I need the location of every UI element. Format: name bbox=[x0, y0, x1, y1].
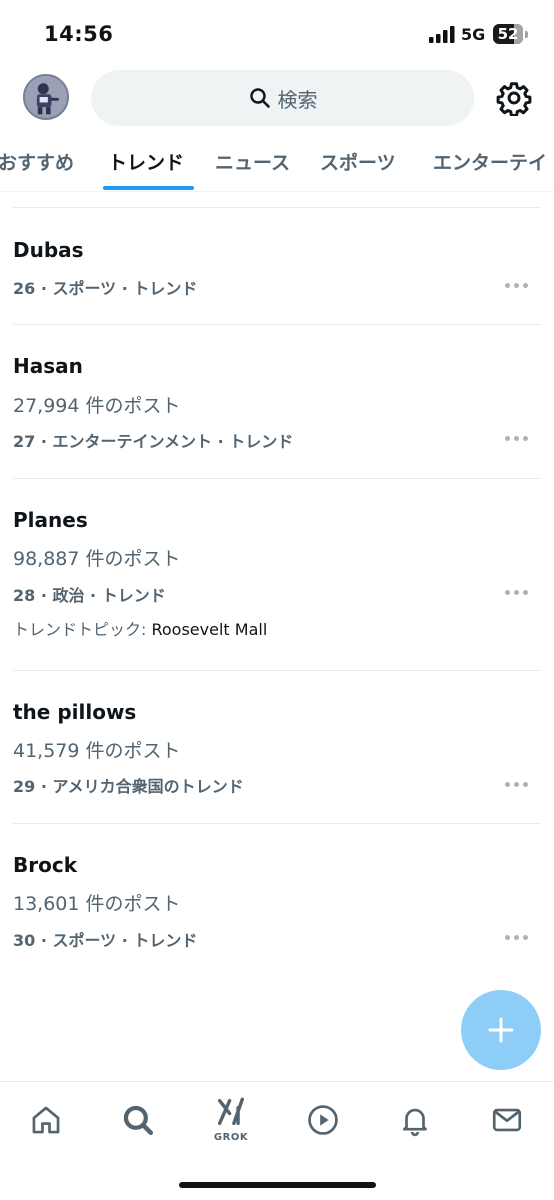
tab-recommended[interactable]: おすすめ bbox=[0, 148, 74, 175]
home-icon bbox=[32, 1106, 60, 1134]
nav-video[interactable] bbox=[303, 1100, 343, 1140]
battery-tip bbox=[525, 31, 528, 38]
bell-icon bbox=[403, 1108, 427, 1137]
grok-label: GROK bbox=[213, 1132, 249, 1143]
tab-news[interactable]: ニュース bbox=[215, 148, 290, 175]
more-icon[interactable] bbox=[505, 932, 531, 942]
more-icon[interactable] bbox=[505, 280, 531, 290]
trend-item[interactable]: Planes 98,887 件のポスト 28 · 政治 · トレンド トレンドト… bbox=[0, 479, 554, 670]
mail-icon bbox=[492, 1108, 522, 1132]
trend-meta: 30 · スポーツ · トレンド bbox=[13, 931, 198, 950]
plus-icon bbox=[488, 1017, 514, 1043]
play-icon bbox=[308, 1105, 338, 1135]
trend-topic: トレンドトピック: Roosevelt Mall bbox=[13, 616, 267, 640]
signal-icon bbox=[429, 26, 455, 43]
avatar-image bbox=[25, 76, 67, 118]
trend-item[interactable]: Hasan 27,994 件のポスト 27 · エンターテインメント · トレン… bbox=[0, 325, 554, 478]
grok-icon bbox=[217, 1097, 245, 1126]
more-icon[interactable] bbox=[505, 433, 531, 443]
nav-notifications[interactable] bbox=[395, 1100, 435, 1140]
more-icon[interactable] bbox=[505, 779, 531, 789]
search-icon bbox=[249, 88, 270, 108]
trend-name: Dubas bbox=[13, 238, 84, 262]
trend-name: Planes bbox=[13, 508, 88, 532]
trend-name: Brock bbox=[13, 853, 78, 877]
tab-entertainment[interactable]: エンターテイ bbox=[433, 148, 547, 175]
trend-meta: 29 · アメリカ合衆国のトレンド bbox=[13, 777, 244, 796]
trend-item[interactable]: Dubas 26 · スポーツ · トレンド bbox=[0, 208, 554, 324]
tab-trending[interactable]: トレンド bbox=[108, 148, 184, 175]
status-time: 14:56 bbox=[44, 22, 114, 46]
battery-icon: 52 bbox=[493, 24, 523, 44]
trend-post-count: 41,579 件のポスト bbox=[13, 740, 181, 762]
tab-sports[interactable]: スポーツ bbox=[320, 148, 396, 175]
trend-post-count: 13,601 件のポスト bbox=[13, 893, 181, 915]
nav-home[interactable] bbox=[26, 1100, 66, 1140]
trend-name: Hasan bbox=[13, 354, 83, 378]
nav-messages[interactable] bbox=[487, 1100, 527, 1140]
trend-meta: 26 · スポーツ · トレンド bbox=[13, 279, 198, 298]
active-tab-indicator bbox=[103, 186, 194, 190]
network-label: 5G bbox=[461, 25, 486, 44]
home-indicator bbox=[179, 1182, 376, 1188]
status-bar: 14:56 5G 52 bbox=[0, 0, 554, 64]
trend-post-count: 98,887 件のポスト bbox=[13, 548, 181, 570]
trend-name: the pillows bbox=[13, 700, 137, 724]
trend-meta: 28 · 政治 · トレンド bbox=[13, 586, 166, 605]
gear-icon[interactable] bbox=[496, 80, 532, 116]
tab-bar: おすすめ トレンド ニュース スポーツ エンターテイ bbox=[0, 132, 554, 192]
search-placeholder: 検索 bbox=[277, 87, 318, 112]
compose-button[interactable] bbox=[461, 990, 541, 1070]
trend-topic-label: トレンドトピック: bbox=[13, 620, 152, 639]
trend-item[interactable]: the pillows 41,579 件のポスト 29 · アメリカ合衆国のトレ… bbox=[0, 671, 554, 823]
search-nav-icon bbox=[123, 1105, 154, 1136]
more-icon[interactable] bbox=[505, 587, 531, 597]
trend-post-count: 27,994 件のポスト bbox=[13, 395, 181, 417]
search-input[interactable]: 検索 bbox=[91, 70, 474, 126]
trend-topic-value[interactable]: Roosevelt Mall bbox=[151, 620, 267, 639]
avatar[interactable] bbox=[23, 74, 69, 120]
nav-explore[interactable] bbox=[118, 1100, 158, 1140]
battery-level: 52 bbox=[497, 25, 519, 43]
trend-meta: 27 · エンターテインメント · トレンド bbox=[13, 432, 294, 451]
trend-item[interactable]: Brock 13,601 件のポスト 30 · スポーツ · トレンド bbox=[0, 824, 554, 974]
nav-grok[interactable] bbox=[211, 1092, 251, 1132]
